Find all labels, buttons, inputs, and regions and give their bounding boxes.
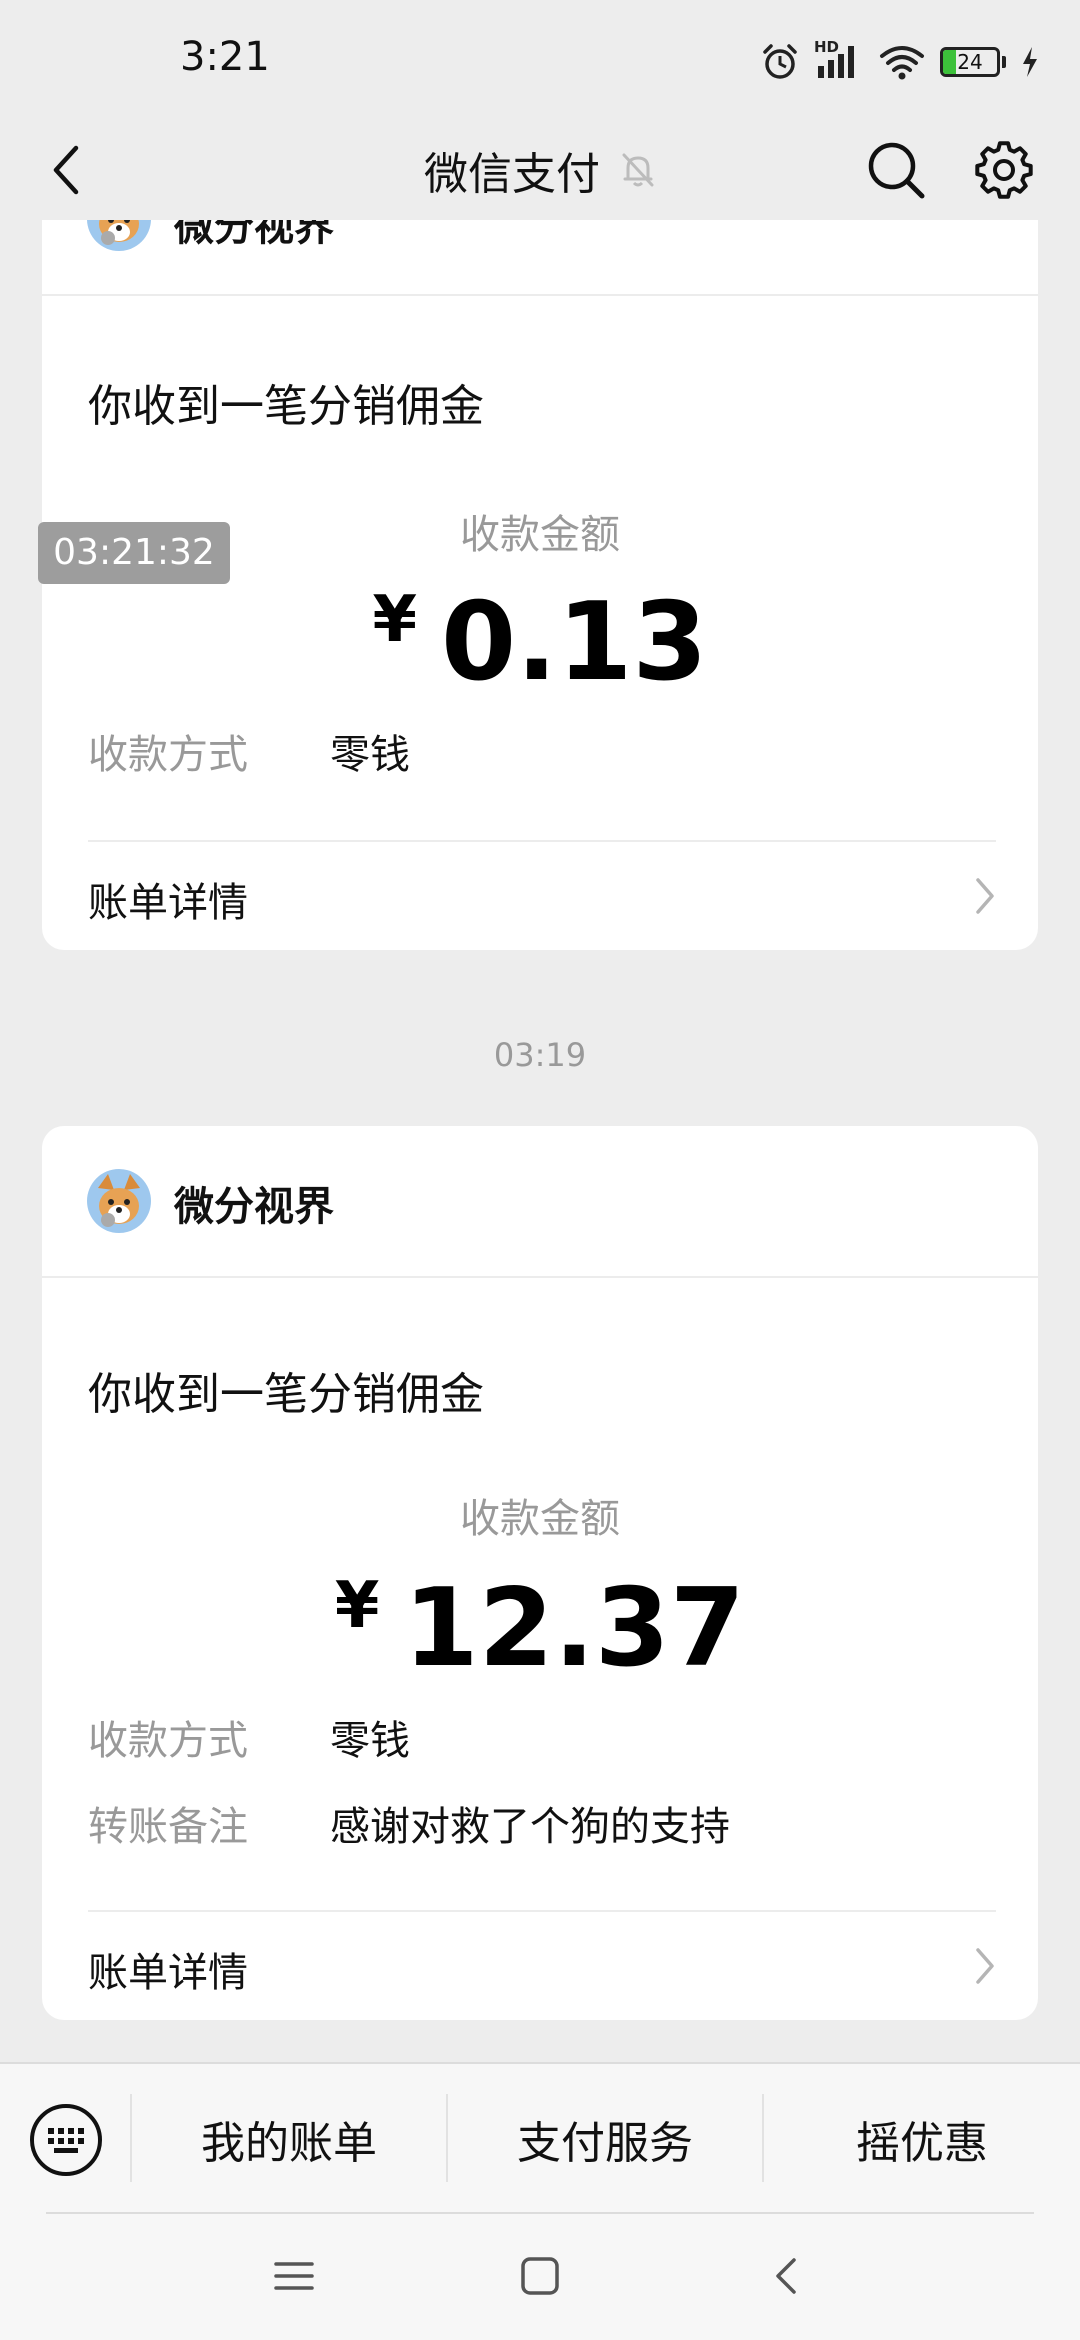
amount-number: 0.13	[441, 580, 708, 705]
wifi-icon	[880, 46, 924, 80]
field-value: 零钱	[330, 732, 410, 778]
bottom-menu: 我的账单 支付服务 摇优惠	[0, 2062, 1080, 2214]
message-title: 你收到一笔分销佣金	[88, 381, 484, 432]
amount-value: ¥12.37	[42, 1566, 1038, 1691]
message-title: 你收到一笔分销佣金	[88, 1369, 484, 1420]
bill-detail-link[interactable]: 账单详情	[42, 842, 1038, 950]
field-label: 收款方式	[88, 732, 248, 778]
currency-symbol: ¥	[372, 583, 418, 657]
system-navigation-bar	[0, 2212, 1080, 2340]
card-header: 微分视界	[42, 1126, 1038, 1278]
amount-value: ¥0.13	[42, 580, 1038, 705]
settings-button[interactable]	[970, 136, 1038, 204]
field-label: 收款方式	[88, 1718, 248, 1764]
message-card: 微分视界 你收到一笔分销佣金 收款金额 ¥12.37 收款方式 零钱 转账备注 …	[42, 1126, 1038, 2020]
battery-indicator: 24	[940, 47, 1006, 77]
field-value: 零钱	[330, 1718, 410, 1764]
charging-icon	[1023, 47, 1037, 77]
status-icons: HD 24	[760, 34, 1040, 90]
bell-muted-icon	[622, 153, 654, 187]
timestamp-overlay: 03:21:32	[38, 522, 230, 584]
chevron-right-icon	[976, 878, 994, 914]
divider	[46, 2212, 1034, 2214]
home-icon[interactable]	[516, 2252, 564, 2300]
battery-level: 24	[957, 50, 983, 74]
chevron-right-icon	[976, 1948, 994, 1984]
bill-detail-link[interactable]: 账单详情	[42, 1912, 1038, 2020]
sender-name: 微分视界	[174, 220, 334, 250]
back-icon[interactable]	[764, 2252, 812, 2300]
field-value: 感谢对救了个狗的支持	[330, 1804, 730, 1850]
bill-detail-label: 账单详情	[88, 1950, 248, 1996]
message-card: 微分视界 你收到一笔分销佣金 收款金额 ¥0.13 收款方式 零钱 账单详情	[42, 220, 1038, 950]
amount-label: 收款金额	[460, 1496, 620, 1542]
currency-symbol: ¥	[334, 1569, 380, 1643]
menu-shake-offers[interactable]: 摇优惠	[764, 2064, 1080, 2214]
avatar[interactable]	[86, 220, 152, 252]
search-button[interactable]	[862, 136, 930, 204]
status-bar: 3:21 HD 24	[0, 0, 1080, 120]
status-time: 3:21	[180, 34, 270, 80]
keyboard-toggle-button[interactable]	[28, 2102, 104, 2178]
nav-bar: 微信支付	[0, 120, 1080, 220]
menu-icon[interactable]	[270, 2252, 318, 2300]
menu-my-bills[interactable]: 我的账单	[132, 2064, 446, 2214]
avatar[interactable]	[86, 1168, 152, 1234]
field-label: 转账备注	[88, 1804, 248, 1850]
menu-payment-services[interactable]: 支付服务	[448, 2064, 762, 2214]
alarm-icon	[763, 44, 797, 79]
card-header: 微分视界	[42, 220, 1038, 296]
bill-detail-label: 账单详情	[88, 880, 248, 926]
amount-number: 12.37	[403, 1566, 746, 1691]
time-separator: 03:19	[493, 1036, 587, 1074]
sender-name: 微分视界	[174, 1184, 334, 1230]
page-title: 微信支付	[424, 149, 600, 200]
cellular-signal-icon: HD	[814, 38, 864, 82]
